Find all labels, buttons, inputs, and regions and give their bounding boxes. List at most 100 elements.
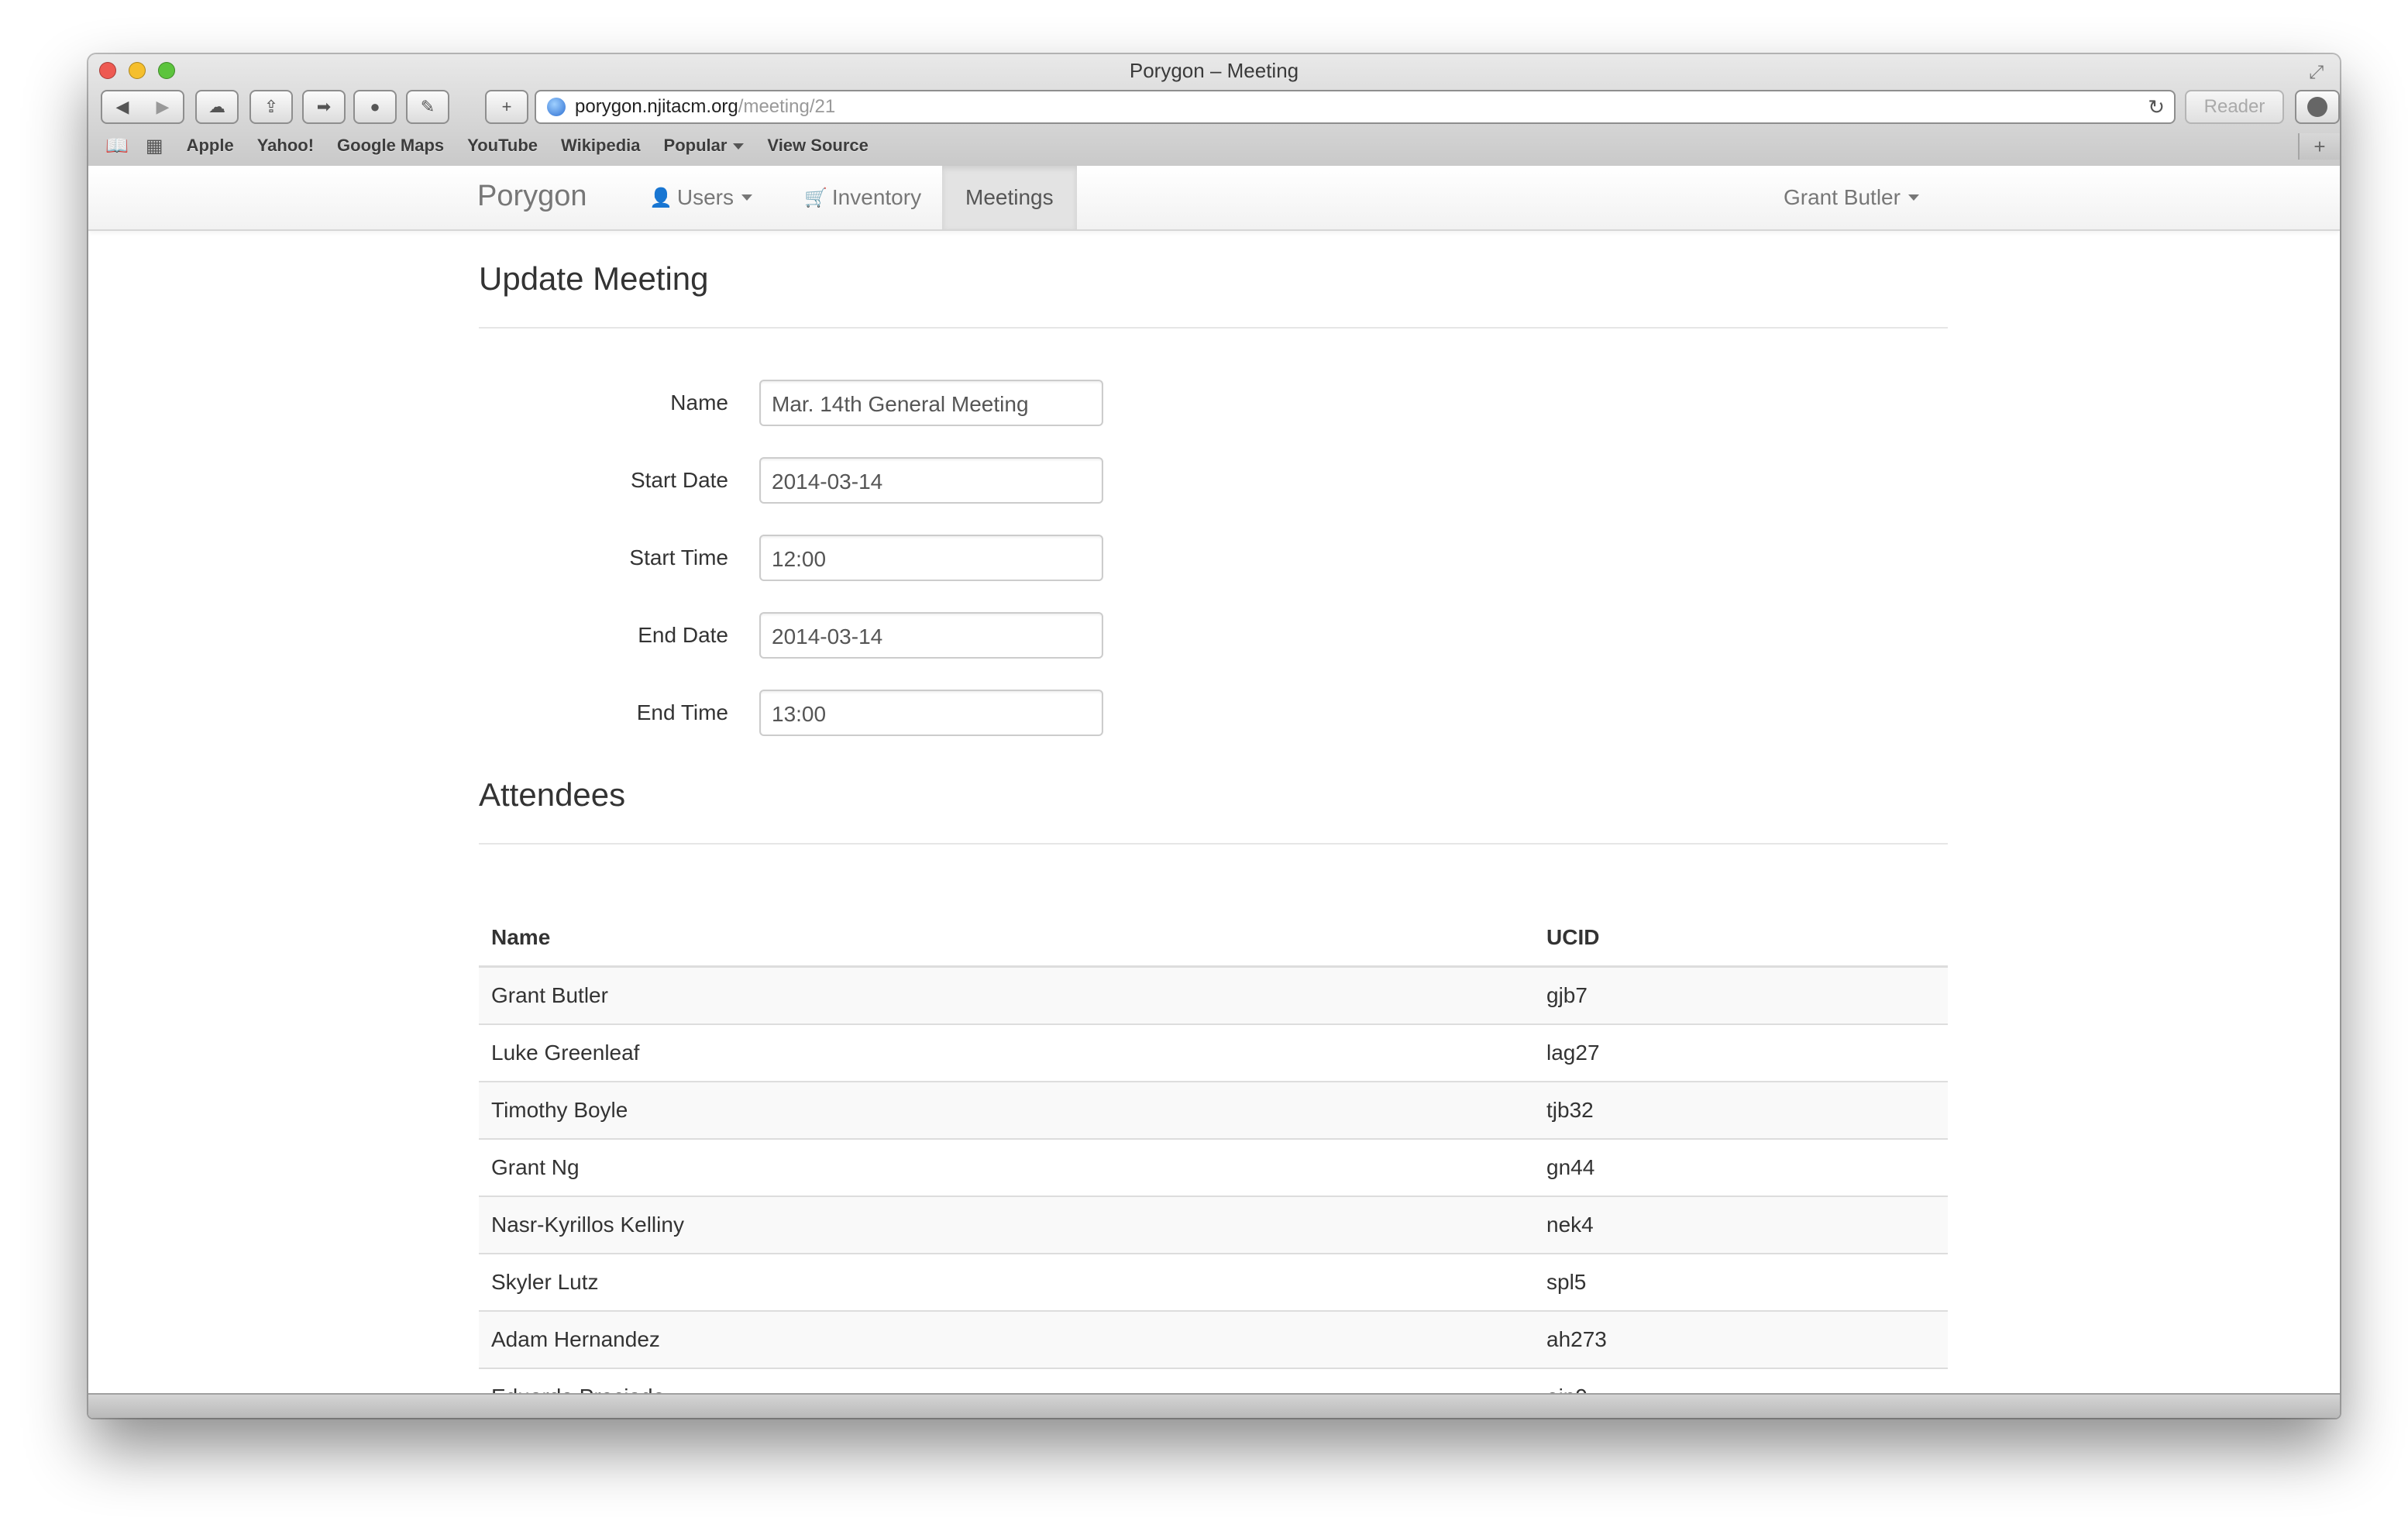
attendee-name: Nasr-Kyrillos Kelliny [479, 1196, 1534, 1254]
attendee-ucid: spl5 [1534, 1254, 1948, 1312]
table-row: Nasr-Kyrillos Kelliny nek4 [479, 1196, 1948, 1254]
browser-chrome: Porygon – Meeting ⤢ ◀ ▶ ☁ ⇪ ➡ ● ✎ + pory… [88, 54, 2340, 167]
plus-icon: + [501, 97, 512, 116]
attendee-name: Eduardo Preciado [479, 1368, 1534, 1395]
bookmark-popular-label: Popular [663, 136, 728, 155]
back-forward-buttons[interactable]: ◀ ▶ [101, 90, 184, 124]
attendee-name: Adam Hernandez [479, 1311, 1534, 1369]
user-menu-label: Grant Butler [1784, 185, 1901, 209]
reader-button[interactable]: Reader [2185, 90, 2284, 124]
attendee-ucid: ah273 [1534, 1311, 1948, 1369]
downloads-button[interactable] [2295, 90, 2340, 124]
table-row: Skyler Lutz spl5 [479, 1254, 1948, 1312]
arrow-right-icon: ➡ [316, 97, 332, 116]
attendee-ucid: lag27 [1534, 1024, 1948, 1082]
end-time-field[interactable]: 13:00 [759, 690, 1103, 736]
url-host: porygon.njitacm.org [575, 96, 738, 117]
url-path: /meeting/21 [738, 96, 836, 117]
bookmark-view-source[interactable]: View Source [767, 136, 868, 156]
back-icon[interactable]: ◀ [102, 97, 143, 117]
send-button[interactable]: ➡ [302, 90, 346, 124]
globe-icon [547, 98, 566, 116]
table-row: Grant Butler gjb7 [479, 966, 1948, 1025]
attendee-name: Timothy Boyle [479, 1082, 1534, 1140]
address-bar[interactable]: porygon.njitacm.org/meeting/21 ↻ [535, 90, 2176, 124]
form-row-start-time: Start Time 12:00 [479, 535, 1254, 581]
attendees-heading: Attendees [479, 776, 626, 813]
brand-link[interactable]: Porygon [477, 180, 587, 213]
nav-inventory-label: Inventory [831, 185, 922, 209]
bookmark-google-maps[interactable]: Google Maps [337, 136, 444, 156]
table-row: Timothy Boyle tjb32 [479, 1082, 1948, 1140]
user-menu[interactable]: Grant Butler [1784, 166, 1919, 229]
start-date-field[interactable]: 2014-03-14 [759, 457, 1103, 504]
wrench-icon: ✎ [420, 97, 435, 116]
cloud-icon: ☁ [208, 97, 225, 116]
tools-button[interactable]: ✎ [406, 90, 449, 124]
form-row-start-date: Start Date 2014-03-14 [479, 457, 1254, 504]
share-icon: ⇪ [263, 97, 279, 116]
chevron-down-icon [741, 194, 753, 201]
table-row: Luke Greenleaf lag27 [479, 1024, 1948, 1082]
window-title: Porygon – Meeting [1129, 59, 1299, 82]
chevron-down-icon [1907, 194, 1919, 201]
download-icon [2307, 97, 2327, 117]
user-icon: 👤 [649, 187, 673, 208]
form-row-end-date: End Date 2014-03-14 [479, 612, 1254, 659]
bookmark-youtube[interactable]: YouTube [467, 136, 538, 156]
name-field[interactable]: Mar. 14th General Meeting [759, 380, 1103, 426]
page-content: Porygon 👤 Users 🛒 Inventory Meetings Grant… [88, 166, 2340, 1395]
window-bottom-bar [88, 1393, 2340, 1418]
table-row: Adam Hernandez ah273 [479, 1311, 1948, 1369]
bookmark-wikipedia[interactable]: Wikipedia [561, 136, 641, 156]
column-header-name: Name [479, 910, 1534, 968]
extension-button[interactable]: ● [353, 90, 397, 124]
bookmarks-bar: 📖 ▦ Apple Yahoo! Google Maps YouTube Wik… [88, 130, 2340, 161]
forward-icon[interactable]: ▶ [143, 97, 183, 117]
attendees-table: Name UCID Grant Butler gjb7 Luke Greenlea… [479, 910, 1948, 1395]
form-row-name: Name Mar. 14th General Meeting [479, 380, 1254, 426]
book-icon[interactable]: 📖 [105, 135, 129, 157]
bookmark-popular[interactable]: Popular [664, 136, 745, 156]
field-label: Start Time [629, 545, 728, 569]
share-button[interactable]: ⇪ [249, 90, 293, 124]
circle-icon: ● [370, 97, 380, 116]
fullscreen-icon[interactable]: ⤢ [2309, 62, 2329, 83]
attendee-ucid: tjb32 [1534, 1082, 1948, 1140]
table-row: Grant Ng gn44 [479, 1139, 1948, 1197]
table-row: Eduardo Preciadoejp9 [479, 1368, 1948, 1395]
divider [479, 843, 1948, 845]
attendee-ucid: ejp9 [1534, 1368, 1948, 1395]
attendee-ucid: gjb7 [1534, 966, 1948, 1025]
field-label: End Time [636, 700, 728, 724]
end-date-field[interactable]: 2014-03-14 [759, 612, 1103, 659]
field-label: Start Date [630, 468, 728, 492]
attendee-name: Grant Butler [479, 966, 1534, 1025]
column-header-ucid: UCID [1534, 910, 1948, 968]
refresh-icon[interactable]: ↻ [2148, 95, 2165, 119]
table-header-row: Name UCID [479, 910, 1948, 968]
attendee-name: Skyler Lutz [479, 1254, 1534, 1312]
browser-toolbar: ◀ ▶ ☁ ⇪ ➡ ● ✎ + porygon.njitacm.org/meet… [101, 90, 2340, 126]
icloud-tabs-button[interactable]: ☁ [195, 90, 239, 124]
attendee-name: Grant Ng [479, 1139, 1534, 1197]
field-label: Name [670, 390, 728, 415]
bookmark-yahoo[interactable]: Yahoo! [257, 136, 314, 156]
page-title: Update Meeting [479, 260, 709, 297]
cart-icon: 🛒 [804, 187, 827, 208]
attendee-ucid: nek4 [1534, 1196, 1948, 1254]
chevron-down-icon [733, 143, 745, 150]
nav-users-label: Users [676, 185, 734, 209]
bookmark-apple[interactable]: Apple [187, 136, 234, 156]
start-time-field[interactable]: 12:00 [759, 535, 1103, 581]
site-navbar: Porygon 👤 Users 🛒 Inventory Meetings Grant… [88, 166, 2340, 231]
new-tab-button[interactable]: + [485, 90, 528, 124]
top-sites-grid-icon[interactable]: ▦ [146, 135, 163, 157]
nav-inventory[interactable]: 🛒 Inventory [804, 166, 921, 229]
attendee-ucid: gn44 [1534, 1139, 1948, 1197]
form-row-end-time: End Time 13:00 [479, 690, 1254, 736]
add-bookmark-icon[interactable]: + [2298, 133, 2340, 160]
nav-meetings[interactable]: Meetings [942, 166, 1077, 229]
nav-users[interactable]: 👤 Users [649, 166, 753, 229]
nav-meetings-label: Meetings [965, 185, 1054, 209]
